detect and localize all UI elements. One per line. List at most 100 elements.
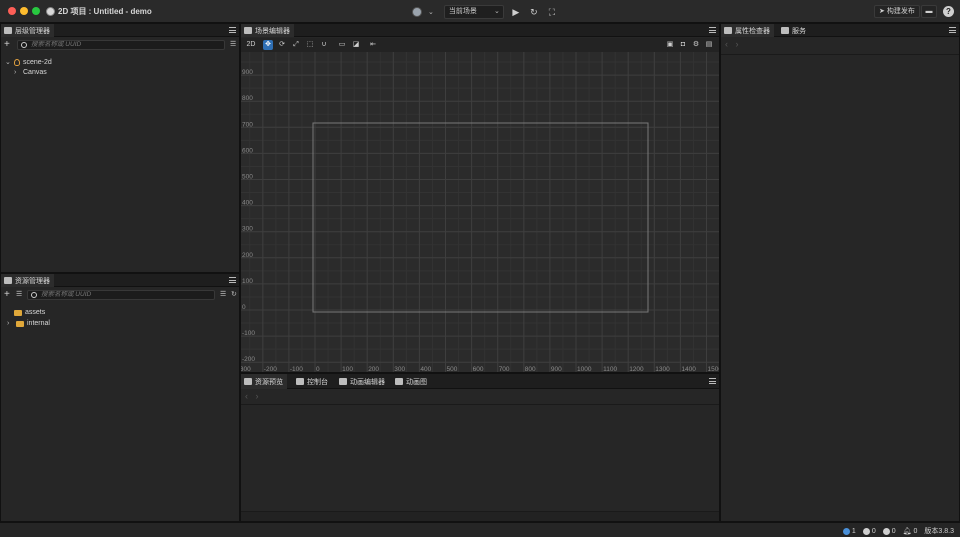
collapse-all-icon[interactable]: ☰	[220, 291, 228, 298]
minimize-window-button[interactable]	[20, 7, 28, 15]
tab-animation-editor[interactable]: 动画编辑器	[336, 374, 389, 389]
scene-toolbar: 2D ✥ ⟳ ⤢ ⬚ ∪ ▭ ◪ ⇤ ▣ ◘ ⚙ ▤	[241, 38, 719, 52]
hierarchy-panel: 层级管理器 + 搜索名称或 UUID ☰ ⌄ scene-2d › Canvas	[0, 23, 240, 273]
scene-select[interactable]: 当前场景 ⌄	[443, 4, 504, 19]
maximize-window-button[interactable]	[32, 7, 40, 15]
info-count: 1	[851, 527, 856, 535]
error-status[interactable]: 0	[882, 527, 896, 535]
refresh-icon[interactable]: ↻	[528, 6, 540, 18]
tab-services[interactable]: 服务	[778, 24, 810, 37]
fullscreen-icon[interactable]: ⛶	[546, 6, 558, 18]
tab-asset-preview[interactable]: 资源预览	[241, 374, 287, 389]
add-asset-button[interactable]: +	[4, 290, 13, 300]
publish-button[interactable]: ➤ 构建发布	[874, 5, 920, 18]
y-axis-label: 700	[242, 121, 253, 128]
info-status[interactable]: 1	[842, 527, 856, 535]
pivot-icon[interactable]: ▭	[337, 40, 347, 50]
warning-count: 0	[871, 527, 876, 535]
snap-tool-icon[interactable]: ∪	[319, 40, 329, 50]
tab-console[interactable]: 控制台	[293, 374, 332, 389]
close-window-button[interactable]	[8, 7, 16, 15]
collapse-all-icon[interactable]: ☰	[230, 41, 238, 48]
tab-inspector[interactable]: 属性检查器	[721, 24, 774, 37]
tab-animation-graph[interactable]: 动画图	[392, 374, 431, 389]
chevron-left-icon[interactable]: ‹	[245, 391, 248, 401]
refresh-icon[interactable]: ↻	[231, 291, 239, 298]
notification-status[interactable]: 🔔︎ 0	[903, 527, 918, 536]
scene-viewport[interactable]: 9008007006005004003002001000-100-200-300…	[241, 52, 719, 372]
chevron-right-icon[interactable]: ›	[736, 39, 739, 49]
x-axis-label: 1400	[681, 366, 696, 372]
layers-icon	[4, 27, 12, 34]
tab-label: 场景编辑器	[255, 27, 290, 35]
error-icon	[882, 527, 890, 535]
x-axis-label: -300	[241, 366, 251, 372]
help-icon[interactable]: ?	[943, 6, 954, 17]
chevron-down-icon[interactable]: ⌄	[428, 8, 434, 16]
panel-menu-icon[interactable]	[229, 27, 236, 33]
image-icon	[244, 27, 252, 34]
chevron-right-icon[interactable]: ›	[256, 391, 259, 401]
tab-assets[interactable]: 资源管理器	[1, 274, 54, 287]
error-count: 0	[891, 527, 896, 535]
tree-item-canvas[interactable]: › Canvas	[14, 69, 47, 76]
send-icon: ➤	[879, 8, 885, 15]
search-icon	[31, 292, 37, 298]
window-title: 2D 项目 : Untitled - demo	[58, 7, 152, 16]
inspector-divider	[721, 54, 959, 55]
inspector-header: 属性检查器 服务	[721, 24, 959, 37]
assets-search-input[interactable]: 搜索名称或 UUID	[27, 290, 215, 300]
tree-item-scene[interactable]: ⌄ scene-2d	[5, 58, 52, 66]
add-node-button[interactable]: +	[4, 40, 13, 50]
tree-item-internal[interactable]: › internal	[7, 320, 50, 327]
warning-icon	[862, 527, 870, 535]
y-axis-label: 600	[242, 147, 253, 154]
tab-scene-editor[interactable]: 场景编辑器	[241, 24, 294, 37]
x-axis-label: 500	[447, 366, 458, 372]
camera-icon[interactable]: ◘	[678, 40, 688, 50]
bottom-panel: 资源预览 控制台 动画编辑器 动画图 ‹ ›	[240, 373, 720, 522]
x-axis-label: 0	[316, 366, 320, 372]
view-icon[interactable]: ▣	[665, 40, 675, 50]
scale-tool-icon[interactable]: ⤢	[291, 40, 301, 50]
panel-menu-icon[interactable]	[949, 27, 956, 33]
open-folder-button[interactable]: ▬	[921, 5, 937, 18]
x-axis-label: 800	[525, 366, 536, 372]
chevron-right-icon[interactable]: ›	[14, 69, 20, 76]
y-axis-label: 500	[242, 174, 253, 181]
hierarchy-search-input[interactable]: 搜索名称或 UUID	[17, 40, 225, 50]
tab-label: 属性检查器	[735, 27, 770, 35]
status-items: 1 0 0 🔔︎ 0 版本3.8.3	[842, 526, 954, 536]
preview-platform-icon[interactable]	[412, 6, 422, 17]
align-left-icon[interactable]: ⇤	[368, 40, 378, 50]
x-axis-label: 300	[394, 366, 405, 372]
tab-hierarchy[interactable]: 层级管理器	[1, 24, 54, 37]
rect-tool-icon[interactable]: ⬚	[305, 40, 315, 50]
info-icon	[842, 527, 850, 535]
x-axis-label: 1200	[629, 366, 644, 372]
tab-label: 动画图	[406, 378, 427, 386]
local-global-icon[interactable]: ◪	[351, 40, 361, 50]
tab-label: 层级管理器	[15, 27, 50, 35]
x-axis-label: 1500	[708, 366, 720, 372]
gear-icon[interactable]: ⚙	[691, 40, 701, 50]
tree-item-assets[interactable]: assets	[14, 309, 45, 316]
rotate-tool-icon[interactable]: ⟳	[277, 40, 287, 50]
mode-2d-button[interactable]: 2D	[245, 40, 257, 50]
folder-icon	[4, 277, 12, 284]
chevron-down-icon[interactable]: ⌄	[5, 58, 11, 66]
assets-search-row: + ☰ 搜索名称或 UUID ☰ ↻	[1, 288, 239, 302]
x-axis-label: 1300	[655, 366, 670, 372]
move-tool-icon[interactable]: ✥	[263, 40, 273, 50]
chevron-right-icon[interactable]: ›	[7, 320, 13, 327]
sort-icon[interactable]: ☰	[16, 291, 24, 298]
notification-count: 0	[913, 527, 918, 535]
warning-status[interactable]: 0	[862, 527, 876, 535]
play-icon[interactable]: ▶	[510, 6, 522, 18]
panel-menu-icon[interactable]	[229, 277, 236, 283]
layout-icon[interactable]: ▤	[704, 40, 714, 50]
x-axis-label: 1000	[577, 366, 592, 372]
panel-menu-icon[interactable]	[709, 27, 716, 33]
panel-menu-icon[interactable]	[709, 378, 716, 384]
chevron-left-icon[interactable]: ‹	[725, 39, 728, 49]
